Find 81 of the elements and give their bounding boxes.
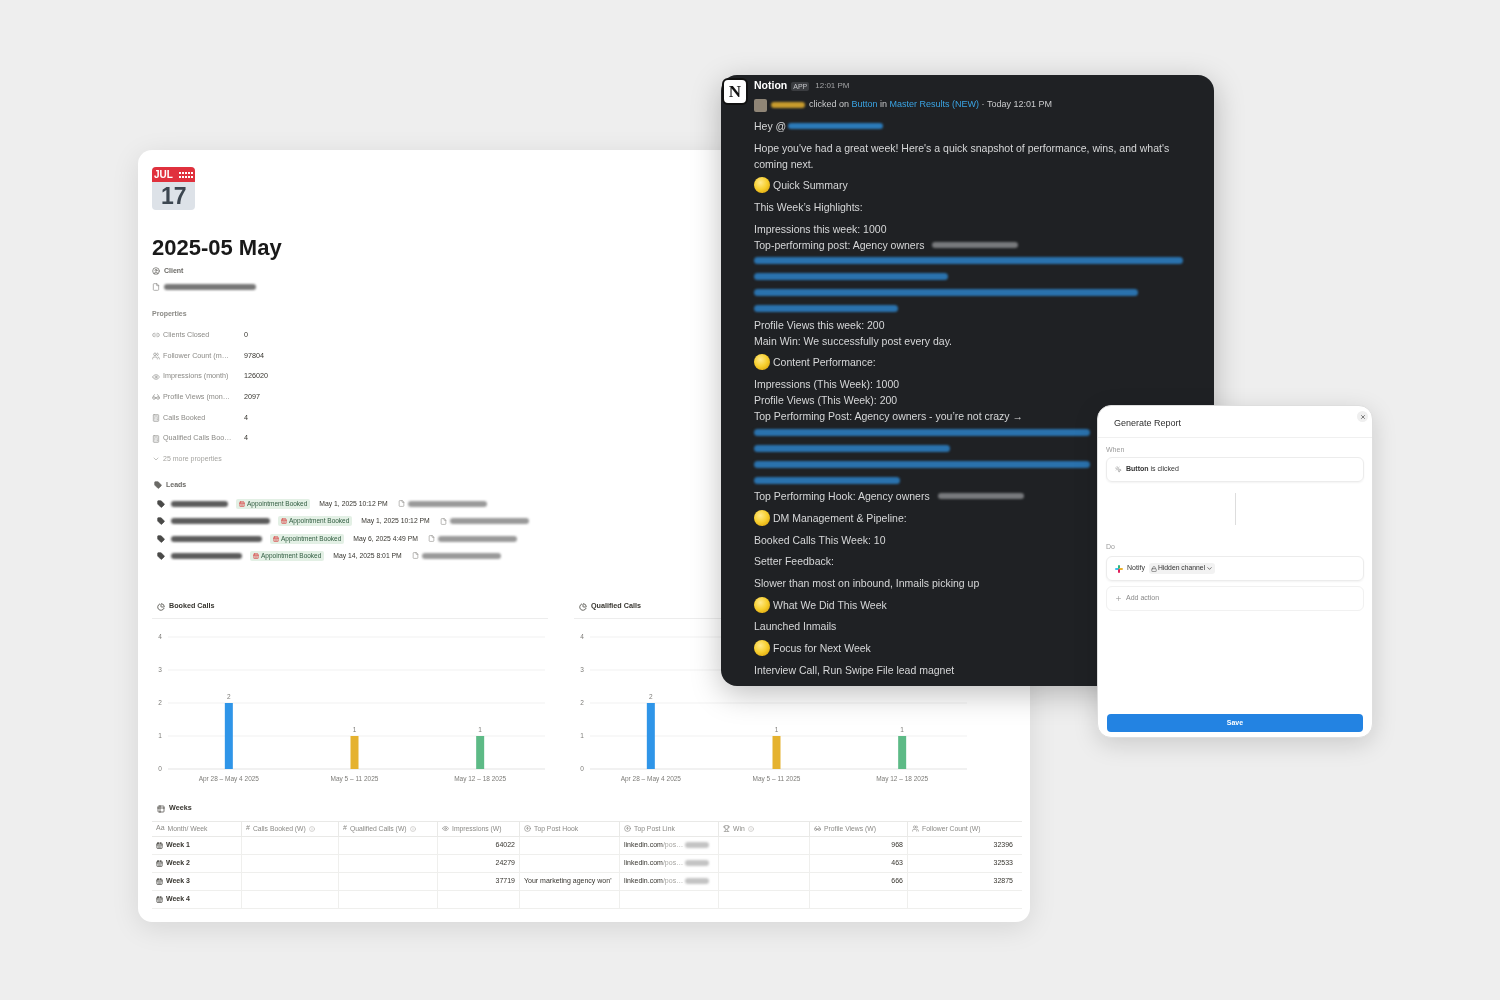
section-heading: Focus for Next Week xyxy=(773,640,871,656)
message-text: Top Performing Hook: Agency owners xyxy=(754,489,930,505)
circle-emoji-icon xyxy=(754,639,770,656)
calendar-icon xyxy=(156,877,163,885)
blurred-text xyxy=(769,100,807,110)
calendar-icon xyxy=(281,518,287,525)
sender-name[interactable]: Notion xyxy=(754,78,788,94)
section-heading: Quick Summary xyxy=(773,178,848,194)
pie-chart-icon xyxy=(157,602,165,611)
people-icon xyxy=(152,352,160,360)
activity-text: clicked on Button in Master Results (NEW) · Today 12:01 PM xyxy=(809,98,1052,112)
document-icon xyxy=(397,500,405,508)
plus-icon xyxy=(1115,595,1122,602)
calendar-icon xyxy=(156,895,163,903)
section-heading: DM Management & Pipeline: xyxy=(773,510,907,526)
tag-icon xyxy=(154,481,162,490)
app-logo-icon xyxy=(1115,564,1123,573)
calculator-icon xyxy=(152,414,160,423)
page-link[interactable]: Master Results (NEW) xyxy=(889,99,980,110)
circle-emoji-icon xyxy=(754,177,770,194)
glasses-icon xyxy=(814,825,821,833)
calendar-icon xyxy=(156,859,163,867)
section-heading: What We Did This Week xyxy=(773,597,887,613)
message-text: Impressions (This Week): 1000 xyxy=(754,377,900,393)
calendar-icon xyxy=(156,841,163,849)
table-icon xyxy=(157,804,165,813)
link-icon xyxy=(152,331,160,340)
message-text: Top Performing Post: Agency owners - you’re not crazy → xyxy=(754,409,1024,425)
calendar-month: JUL xyxy=(154,169,173,180)
message-text: Setter Feedback: xyxy=(754,554,834,570)
blurred-text xyxy=(169,498,230,509)
dot-grid-icon xyxy=(179,171,193,178)
calendar-day: 17 xyxy=(161,184,187,208)
message-text: Top-performing post: Agency owners xyxy=(754,237,925,253)
section-heading: Content Performance: xyxy=(773,355,876,371)
page-title: 2025-05 May xyxy=(152,234,282,262)
chevron-down-icon xyxy=(1206,565,1214,572)
message-text: Main Win: We successfully post every day. xyxy=(754,333,952,349)
avatar-placeholder xyxy=(754,98,767,112)
document-icon xyxy=(152,283,160,291)
calendar-icon xyxy=(273,535,279,542)
document-icon xyxy=(427,535,435,543)
calendar-icon xyxy=(253,553,259,559)
document-icon xyxy=(411,552,419,560)
tag-icon xyxy=(157,534,165,543)
pie-chart-icon xyxy=(579,602,587,611)
calendar-icon xyxy=(239,500,245,507)
person-circle-icon xyxy=(152,267,160,275)
message-text: Slower than most on inbound, Inmails picking up xyxy=(754,575,980,591)
tag-icon xyxy=(157,499,165,508)
calculator-icon xyxy=(152,434,160,443)
lock-icon xyxy=(1150,565,1157,572)
message-text: Booked Calls This Week: 10 xyxy=(754,532,886,548)
tag-icon xyxy=(157,552,165,560)
circle-emoji-icon xyxy=(754,509,770,526)
circle-emoji-icon xyxy=(754,354,770,371)
tag-icon xyxy=(157,517,165,526)
logo-letter: N xyxy=(728,83,742,100)
glasses-icon xyxy=(152,393,160,402)
eye-icon xyxy=(442,825,449,833)
message-text: Hey @ xyxy=(754,119,787,134)
message-text: Interview Call, Run Swipe File lead magnet xyxy=(754,662,955,678)
message-text: Profile Views this week: 200 xyxy=(754,317,885,333)
close-icon xyxy=(1359,413,1366,420)
eye-icon xyxy=(152,372,160,381)
message-text: Launched Inmails xyxy=(754,619,837,635)
dialog-title: Generate Report xyxy=(1114,417,1182,429)
message-text: Profile Views (This Week): 200 xyxy=(754,393,898,409)
people-icon xyxy=(912,825,919,833)
message-text: This Week’s Highlights: xyxy=(754,200,863,216)
close-button[interactable] xyxy=(1357,411,1368,422)
message-text: Impressions this week: 1000 xyxy=(754,221,887,237)
message-text: Hope you've had a great week! Here's a quick snapshot of performance, wins, and what's coming next. xyxy=(754,140,1171,172)
button-link[interactable]: Button xyxy=(851,99,878,110)
document-icon xyxy=(439,517,447,525)
pointer-click-icon xyxy=(1115,466,1122,473)
arrow-circle-icon xyxy=(624,825,631,833)
circle-emoji-icon xyxy=(754,596,770,613)
trophy-icon xyxy=(723,825,730,833)
message-time: 12:01 PM xyxy=(815,80,850,92)
arrow-circle-icon xyxy=(524,825,531,833)
